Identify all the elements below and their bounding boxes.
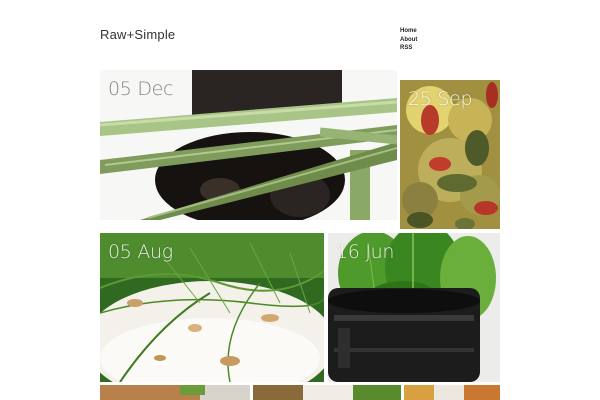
main-nav: Home About RSS (400, 27, 417, 53)
orange-dish-photo (404, 385, 500, 400)
post-date: 16 Jun (336, 241, 395, 263)
post-date: 25 Sep (408, 88, 473, 110)
post-tile-seed-salad[interactable]: 25 Sep (400, 80, 500, 229)
post-tile-salad-bowl[interactable] (253, 385, 401, 400)
post-tile-orange-dish[interactable] (404, 385, 500, 400)
post-date: 05 Dec (108, 78, 174, 100)
salad-bowl-photo (253, 385, 401, 400)
nav-rss-link[interactable]: RSS (400, 44, 417, 53)
page: Raw+Simple Home About RSS 05 Dec 25 Sep … (0, 0, 600, 400)
post-tile-dill[interactable]: 05 Aug (100, 233, 324, 382)
post-tile-asparagus[interactable]: 05 Dec (100, 70, 397, 220)
bread-photo (100, 385, 250, 400)
post-tile-spinach[interactable]: 16 Jun (328, 233, 500, 382)
nav-home-link[interactable]: Home (400, 27, 417, 36)
site-title-link[interactable]: Raw+Simple (100, 27, 175, 42)
post-date: 05 Aug (108, 241, 173, 263)
post-tile-bread[interactable] (100, 385, 250, 400)
nav-about-link[interactable]: About (400, 36, 417, 45)
